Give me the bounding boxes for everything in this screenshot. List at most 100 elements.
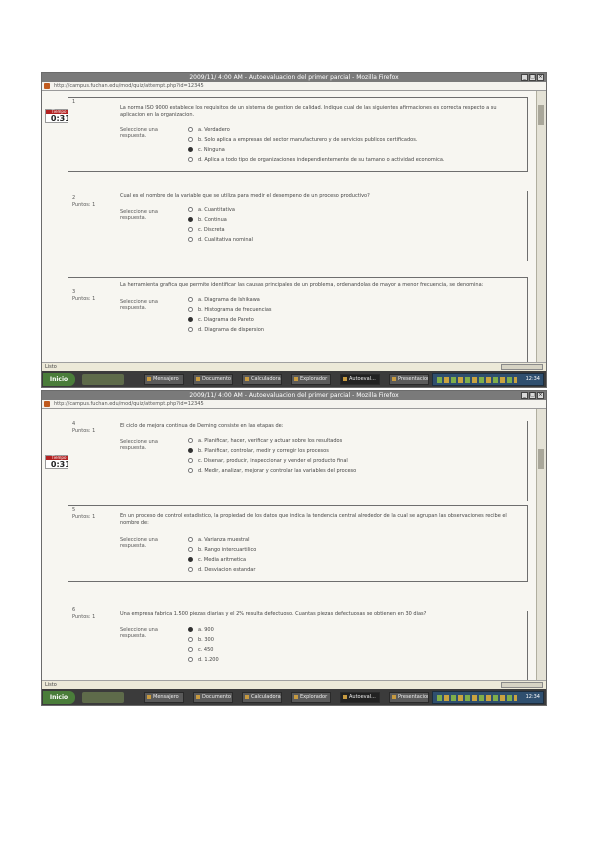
option-label[interactable]: a. Diagrama de Ishikawa [198, 297, 260, 303]
radio-button[interactable] [188, 297, 193, 302]
radio-button[interactable] [188, 448, 193, 453]
tray-icons[interactable] [437, 695, 517, 701]
vertical-scrollbar[interactable] [536, 409, 546, 680]
answer-option[interactable]: a. Verdadero [188, 127, 230, 134]
address-bar[interactable]: http://campus.fuchan.edu/mod/quiz/attemp… [42, 82, 546, 91]
answer-option[interactable]: b. Rango intercuartilico [188, 547, 256, 554]
option-label[interactable]: a. Verdadero [198, 127, 230, 133]
option-label[interactable]: c. Ninguna [198, 147, 225, 153]
radio-button[interactable] [188, 468, 193, 473]
scrollbar-thumb[interactable] [538, 449, 544, 469]
address-bar[interactable]: http://campus.fuchan.edu/mod/quiz/attemp… [42, 400, 546, 409]
answer-option[interactable]: c. Disenar, producir, inspeccionar y ven… [188, 458, 348, 465]
answer-option[interactable]: b. Planificar, controlar, medir y correg… [188, 448, 329, 455]
answer-option[interactable]: a. Planificar, hacer, verificar y actuar… [188, 438, 342, 445]
answer-option[interactable]: c. Ninguna [188, 147, 225, 154]
radio-button[interactable] [188, 207, 193, 212]
radio-button[interactable] [188, 217, 193, 222]
answer-option[interactable]: d. Desviacion estandar [188, 567, 255, 574]
answer-option[interactable]: a. Varianza muestral [188, 537, 249, 544]
option-label[interactable]: d. Diagrama de dispersion [198, 327, 264, 333]
option-label[interactable]: b. Histograma de frecuencias [198, 307, 272, 313]
radio-button[interactable] [188, 147, 193, 152]
answer-option[interactable]: c. Media aritmetica [188, 557, 246, 564]
taskbar-button[interactable]: Autoeval... [340, 692, 380, 703]
taskbar-button[interactable]: Autoeval... [340, 374, 380, 385]
radio-button[interactable] [188, 637, 193, 642]
radio-button[interactable] [188, 137, 193, 142]
answer-option[interactable]: d. Medir, analizar, mejorar y controlar … [188, 468, 356, 475]
address-url[interactable]: http://campus.fuchan.edu/mod/quiz/attemp… [54, 401, 204, 407]
answer-option[interactable]: d. 1.200 [188, 657, 219, 664]
taskbar-button[interactable]: Calculadora [242, 374, 282, 385]
taskbar-button[interactable]: Documento [193, 692, 233, 703]
taskbar-button[interactable]: Mensajero [144, 374, 184, 385]
radio-button[interactable] [188, 227, 193, 232]
option-label[interactable]: d. 1.200 [198, 657, 219, 663]
maximize-button[interactable]: □ [529, 392, 536, 399]
answer-option[interactable]: b. 300 [188, 637, 214, 644]
radio-button[interactable] [188, 557, 193, 562]
radio-button[interactable] [188, 647, 193, 652]
option-label[interactable]: b. Planificar, controlar, medir y correg… [198, 448, 329, 454]
answer-option[interactable]: d. Aplica a todo tipo de organizaciones … [188, 157, 445, 164]
minimize-button[interactable]: _ [521, 74, 528, 81]
answer-option[interactable]: d. Diagrama de dispersion [188, 327, 264, 334]
option-label[interactable]: d. Aplica a todo tipo de organizaciones … [198, 157, 445, 163]
answer-option[interactable]: c. Diagrama de Pareto [188, 317, 254, 324]
option-label[interactable]: a. Planificar, hacer, verificar y actuar… [198, 438, 342, 444]
answer-option[interactable]: a. Cuantitativa [188, 207, 235, 214]
option-label[interactable]: d. Desviacion estandar [198, 567, 255, 573]
taskbar-button[interactable]: Documento [193, 374, 233, 385]
minimize-button[interactable]: _ [521, 392, 528, 399]
option-label[interactable]: a. Cuantitativa [198, 207, 235, 213]
maximize-button[interactable]: □ [529, 74, 536, 81]
option-label[interactable]: c. Media aritmetica [198, 557, 246, 563]
radio-button[interactable] [188, 307, 193, 312]
radio-button[interactable] [188, 537, 193, 542]
answer-option[interactable]: b. Continua [188, 217, 227, 224]
answer-option[interactable]: c. Discreta [188, 227, 225, 234]
answer-option[interactable]: c. 450 [188, 647, 213, 654]
radio-button[interactable] [188, 127, 193, 132]
taskbar-button[interactable]: Calculadora [242, 692, 282, 703]
start-button[interactable]: Inicio [43, 691, 75, 704]
answer-option[interactable]: a. Diagrama de Ishikawa [188, 297, 260, 304]
radio-button[interactable] [188, 327, 193, 332]
quick-launch[interactable] [82, 692, 124, 703]
option-label[interactable]: b. 300 [198, 637, 214, 643]
taskbar-button[interactable]: Explorador [291, 374, 331, 385]
option-label[interactable]: b. Continua [198, 217, 227, 223]
option-label[interactable]: c. 450 [198, 647, 213, 653]
option-label[interactable]: a. 900 [198, 627, 214, 633]
radio-button[interactable] [188, 237, 193, 242]
radio-button[interactable] [188, 157, 193, 162]
taskbar-button[interactable]: Mensajero [144, 692, 184, 703]
answer-option[interactable]: d. Cualitativa nominal [188, 237, 253, 244]
close-button[interactable]: × [537, 392, 544, 399]
option-label[interactable]: d. Cualitativa nominal [198, 237, 253, 243]
taskbar-button[interactable]: Presentacion [389, 692, 429, 703]
option-label[interactable]: c. Diagrama de Pareto [198, 317, 254, 323]
taskbar-button[interactable]: Presentacion [389, 374, 429, 385]
radio-button[interactable] [188, 458, 193, 463]
answer-option[interactable]: a. 900 [188, 627, 214, 634]
answer-option[interactable]: b. Histograma de frecuencias [188, 307, 272, 314]
radio-button[interactable] [188, 317, 193, 322]
radio-button[interactable] [188, 627, 193, 632]
option-label[interactable]: c. Disenar, producir, inspeccionar y ven… [198, 458, 348, 464]
option-label[interactable]: c. Discreta [198, 227, 225, 233]
taskbar-button[interactable]: Explorador [291, 692, 331, 703]
quick-launch[interactable] [82, 374, 124, 385]
tray-icons[interactable] [437, 377, 517, 383]
option-label[interactable]: a. Varianza muestral [198, 537, 249, 543]
answer-option[interactable]: b. Solo aplica a empresas del sector man… [188, 137, 417, 144]
option-label[interactable]: b. Solo aplica a empresas del sector man… [198, 137, 417, 143]
vertical-scrollbar[interactable] [536, 91, 546, 362]
close-button[interactable]: × [537, 74, 544, 81]
start-button[interactable]: Inicio [43, 373, 75, 386]
radio-button[interactable] [188, 438, 193, 443]
radio-button[interactable] [188, 547, 193, 552]
radio-button[interactable] [188, 657, 193, 662]
address-url[interactable]: http://campus.fuchan.edu/mod/quiz/attemp… [54, 83, 204, 89]
